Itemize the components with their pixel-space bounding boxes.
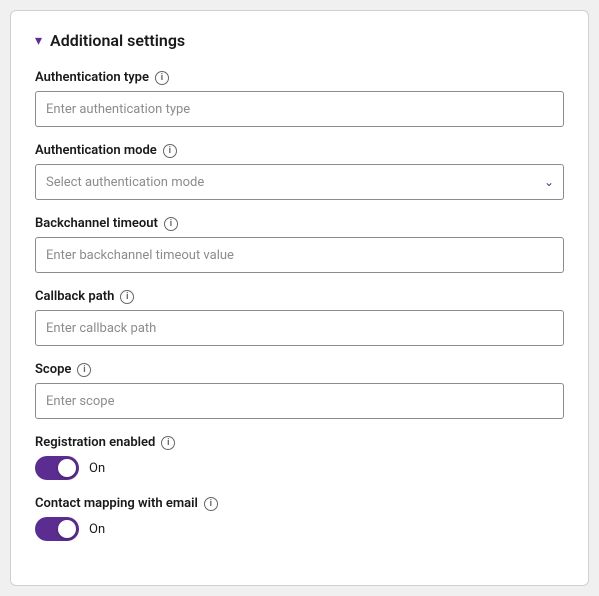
scope-input[interactable] bbox=[35, 383, 564, 419]
callback-path-label: Callback path i bbox=[35, 289, 564, 304]
registration-enabled-toggle[interactable] bbox=[35, 456, 79, 480]
registration-enabled-label: Registration enabled i bbox=[35, 435, 564, 450]
contact-mapping-slider bbox=[35, 517, 79, 541]
authentication-type-input[interactable] bbox=[35, 91, 564, 127]
authentication-mode-select-wrapper: Select authentication mode ⌄ bbox=[35, 164, 564, 200]
section-header: ▾ Additional settings bbox=[35, 31, 564, 50]
authentication-type-info-icon[interactable]: i bbox=[155, 71, 169, 85]
authentication-mode-field: Authentication mode i Select authenticat… bbox=[35, 143, 564, 200]
contact-mapping-field: Contact mapping with email i On bbox=[35, 496, 564, 541]
authentication-type-field: Authentication type i bbox=[35, 70, 564, 127]
registration-enabled-toggle-label: On bbox=[89, 461, 105, 476]
section-title: Additional settings bbox=[50, 31, 185, 50]
registration-enabled-info-icon[interactable]: i bbox=[161, 436, 175, 450]
backchannel-timeout-field: Backchannel timeout i bbox=[35, 216, 564, 273]
backchannel-timeout-label: Backchannel timeout i bbox=[35, 216, 564, 231]
callback-path-info-icon[interactable]: i bbox=[120, 290, 134, 304]
contact-mapping-label: Contact mapping with email i bbox=[35, 496, 564, 511]
scope-info-icon[interactable]: i bbox=[77, 363, 91, 377]
collapse-chevron-icon[interactable]: ▾ bbox=[35, 33, 42, 49]
registration-enabled-toggle-row: On bbox=[35, 456, 564, 480]
registration-enabled-slider bbox=[35, 456, 79, 480]
registration-enabled-field: Registration enabled i On bbox=[35, 435, 564, 480]
contact-mapping-toggle-label: On bbox=[89, 522, 105, 537]
authentication-type-label: Authentication type i bbox=[35, 70, 564, 85]
authentication-mode-info-icon[interactable]: i bbox=[163, 144, 177, 158]
backchannel-timeout-info-icon[interactable]: i bbox=[164, 217, 178, 231]
scope-field: Scope i bbox=[35, 362, 564, 419]
authentication-mode-select[interactable]: Select authentication mode bbox=[35, 164, 564, 200]
additional-settings-card: ▾ Additional settings Authentication typ… bbox=[10, 10, 589, 586]
authentication-mode-label: Authentication mode i bbox=[35, 143, 564, 158]
scope-label: Scope i bbox=[35, 362, 564, 377]
callback-path-input[interactable] bbox=[35, 310, 564, 346]
contact-mapping-toggle[interactable] bbox=[35, 517, 79, 541]
contact-mapping-toggle-row: On bbox=[35, 517, 564, 541]
contact-mapping-info-icon[interactable]: i bbox=[204, 497, 218, 511]
backchannel-timeout-input[interactable] bbox=[35, 237, 564, 273]
callback-path-field: Callback path i bbox=[35, 289, 564, 346]
